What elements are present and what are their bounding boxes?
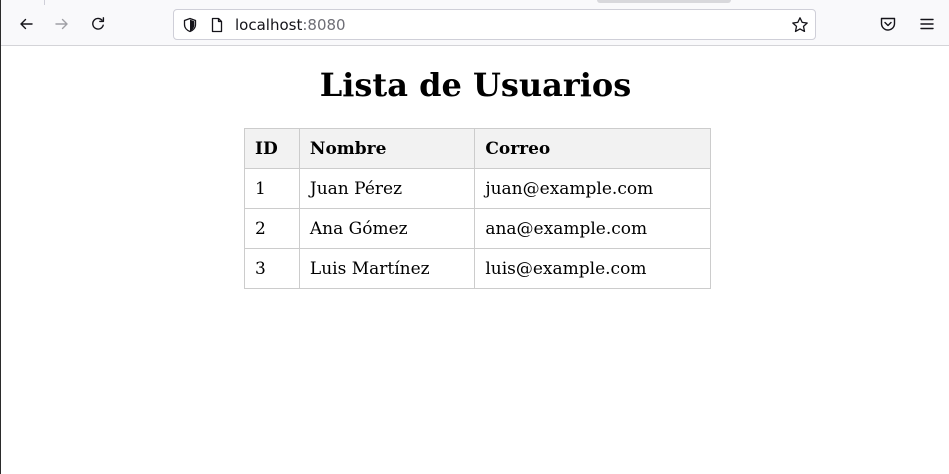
star-icon[interactable] <box>791 16 809 34</box>
cell-id: 3 <box>244 248 300 289</box>
shield-icon[interactable] <box>182 17 198 33</box>
hamburger-menu-icon[interactable] <box>918 15 936 33</box>
cell-email: luis@example.com <box>474 248 711 289</box>
cell-name: Ana Gómez <box>298 208 476 249</box>
address-bar[interactable]: localhost:8080 <box>173 9 816 40</box>
page-title: Lista de Usuarios <box>319 66 632 104</box>
browser-toolbar: localhost:8080 <box>1 0 949 46</box>
cell-email: ana@example.com <box>474 208 711 249</box>
table-header-row: ID Nombre Correo <box>244 128 711 169</box>
tab-indicator <box>597 0 731 3</box>
arrow-left-icon <box>20 18 33 30</box>
table-row: 2 Ana Gómez ana@example.com <box>244 208 711 249</box>
url-host: localhost <box>235 16 303 34</box>
url-port: :8080 <box>302 16 346 34</box>
tab-strip <box>1 0 949 5</box>
cell-id: 1 <box>244 168 300 209</box>
tab-edge <box>1 0 45 5</box>
cell-name: Luis Martínez <box>298 248 476 289</box>
table-row: 3 Luis Martínez luis@example.com <box>244 248 711 289</box>
url-text[interactable]: localhost:8080 <box>235 16 346 34</box>
arrow-right-icon <box>55 18 68 30</box>
column-header-id: ID <box>244 128 300 169</box>
cell-id: 2 <box>244 208 300 249</box>
back-button[interactable] <box>11 9 41 39</box>
reload-button[interactable] <box>83 9 113 39</box>
page-icon[interactable] <box>209 17 225 33</box>
cell-name: Juan Pérez <box>298 168 476 209</box>
browser-window: localhost:8080 Lista de Usuarios ID Nomb… <box>0 0 949 474</box>
table-row: 1 Juan Pérez juan@example.com <box>244 168 711 209</box>
forward-button[interactable] <box>47 9 77 39</box>
column-header-email: Correo <box>474 128 711 169</box>
page-content: Lista de Usuarios ID Nombre Correo 1 Jua… <box>1 46 949 474</box>
column-header-name: Nombre <box>298 128 476 169</box>
users-table: ID Nombre Correo 1 Juan Pérez juan@examp… <box>244 128 711 289</box>
cell-email: juan@example.com <box>474 168 711 209</box>
reload-icon <box>92 17 105 30</box>
pocket-icon[interactable] <box>879 15 897 33</box>
